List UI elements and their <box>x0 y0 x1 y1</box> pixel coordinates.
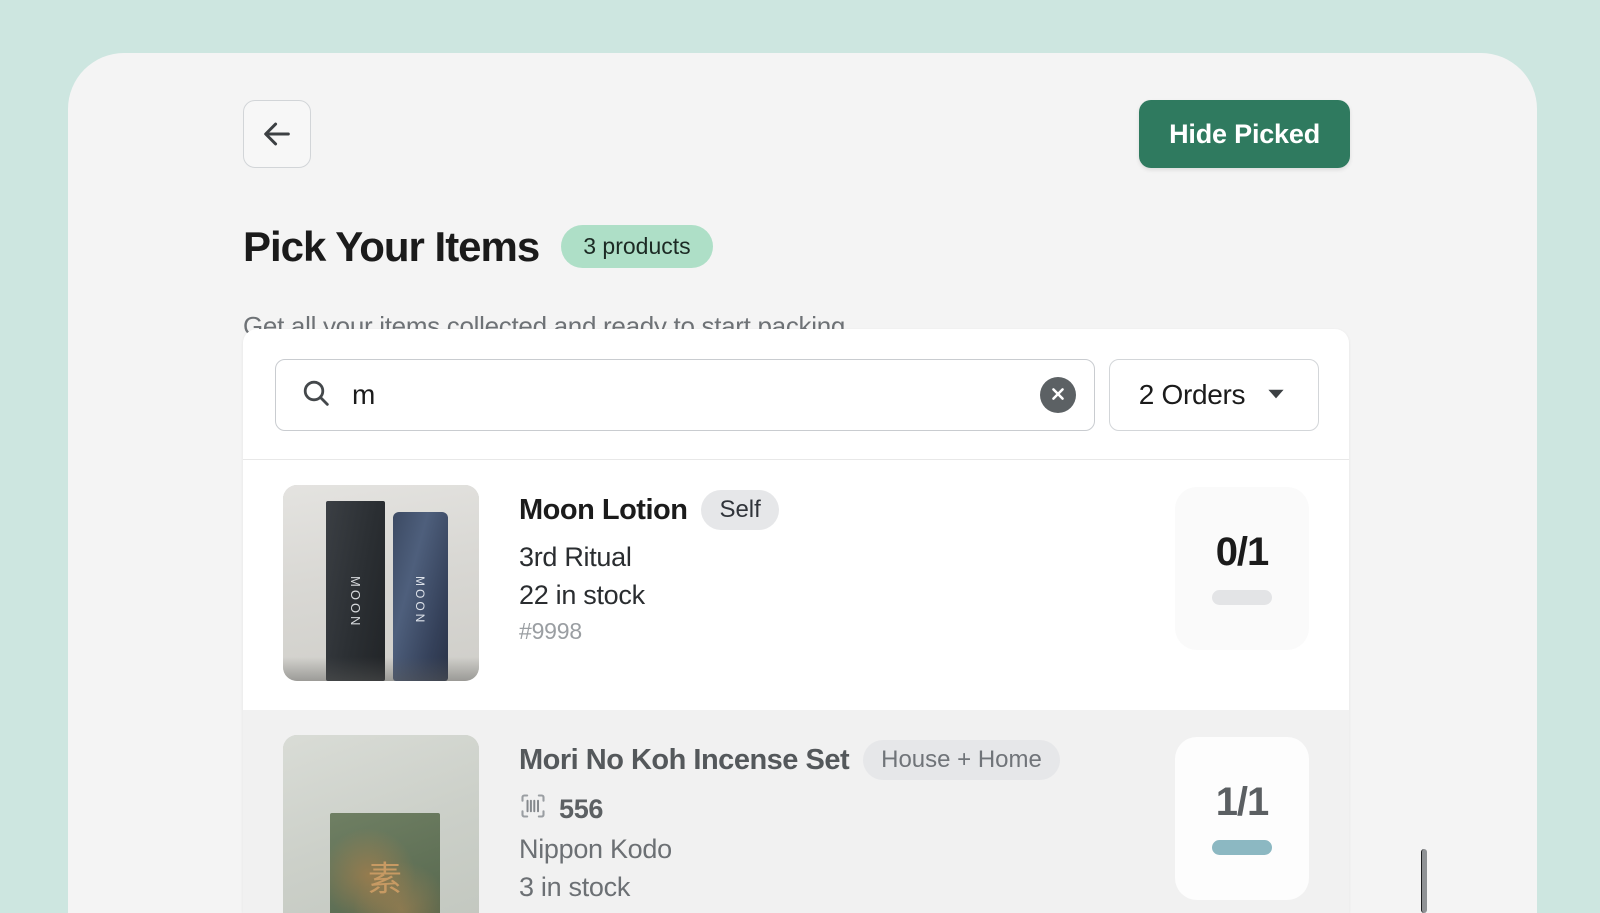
pick-count-tile[interactable]: 1/1 <box>1175 737 1309 900</box>
search-input[interactable] <box>352 379 1040 411</box>
close-circle-icon <box>1048 384 1068 407</box>
product-name: Mori No Koh Incense Set <box>519 744 849 777</box>
product-stock-text: 3 in stock <box>519 872 630 903</box>
product-tag-badge: Self <box>701 490 778 530</box>
hide-picked-button[interactable]: Hide Picked <box>1139 100 1350 168</box>
product-brand: 3rd Ritual <box>519 542 1175 573</box>
product-thumbnail <box>283 735 479 913</box>
product-list-card: 2 Orders <box>243 329 1349 913</box>
pick-count-text: 0/1 <box>1216 532 1269 572</box>
product-thumbnail <box>283 485 479 681</box>
product-box-graphic <box>326 501 385 681</box>
product-stock-text: 22 in stock <box>519 580 645 611</box>
product-name: Moon Lotion <box>519 494 687 527</box>
pick-progress-bar <box>1212 590 1272 605</box>
product-stock: 3 in stock <box>519 872 1175 903</box>
pick-progress-bar <box>1212 840 1272 855</box>
scrollbar-thumb[interactable] <box>1421 849 1427 913</box>
pick-count-text: 1/1 <box>1216 782 1269 822</box>
product-tag-badge: House + Home <box>863 740 1060 780</box>
product-barcode-text: 556 <box>559 794 603 825</box>
page-title: Pick Your Items <box>243 226 539 268</box>
product-info: Moon Lotion Self 3rd Ritual 22 in stock … <box>479 485 1175 645</box>
panel-inner: Hide Picked Pick Your Items 3 products G… <box>68 53 1537 913</box>
arrow-left-icon <box>260 117 294 151</box>
moon-lotion-photo <box>283 485 479 681</box>
pick-count-tile[interactable]: 0/1 <box>1175 487 1309 650</box>
scrollbar-track[interactable] <box>1417 53 1431 913</box>
orders-filter-select[interactable]: 2 Orders <box>1109 359 1319 431</box>
product-brand: Nippon Kodo <box>519 834 1175 865</box>
product-info: Mori No Koh Incense Set House + Home <box>479 735 1175 910</box>
search-section: 2 Orders <box>243 329 1349 460</box>
search-field[interactable] <box>275 359 1095 431</box>
product-name-line: Moon Lotion Self <box>519 490 1175 530</box>
orders-filter-label: 2 Orders <box>1139 379 1246 411</box>
product-brand-text: 3rd Ritual <box>519 542 632 573</box>
incense-set-photo <box>283 735 479 913</box>
header-row: Hide Picked <box>243 100 1350 174</box>
product-stock: 22 in stock <box>519 580 1175 611</box>
app-panel: Hide Picked Pick Your Items 3 products G… <box>68 53 1537 913</box>
product-tube-graphic <box>393 512 448 681</box>
product-row[interactable]: Mori No Koh Incense Set House + Home <box>243 710 1349 913</box>
product-name-line: Mori No Koh Incense Set House + Home <box>519 740 1175 780</box>
product-sku: #9998 <box>519 618 1175 645</box>
back-button[interactable] <box>243 100 311 168</box>
photo-shadow <box>283 657 479 681</box>
title-row: Pick Your Items 3 products <box>243 225 713 268</box>
barcode-icon <box>519 792 547 827</box>
product-count-badge: 3 products <box>561 225 712 268</box>
clear-search-button[interactable] <box>1040 377 1076 413</box>
chevron-down-icon <box>1263 380 1289 411</box>
product-brand-text: Nippon Kodo <box>519 834 672 865</box>
incense-package-graphic <box>330 813 440 913</box>
search-icon <box>300 377 332 414</box>
product-barcode: 556 <box>519 792 1175 827</box>
product-row[interactable]: Moon Lotion Self 3rd Ritual 22 in stock … <box>243 460 1349 710</box>
